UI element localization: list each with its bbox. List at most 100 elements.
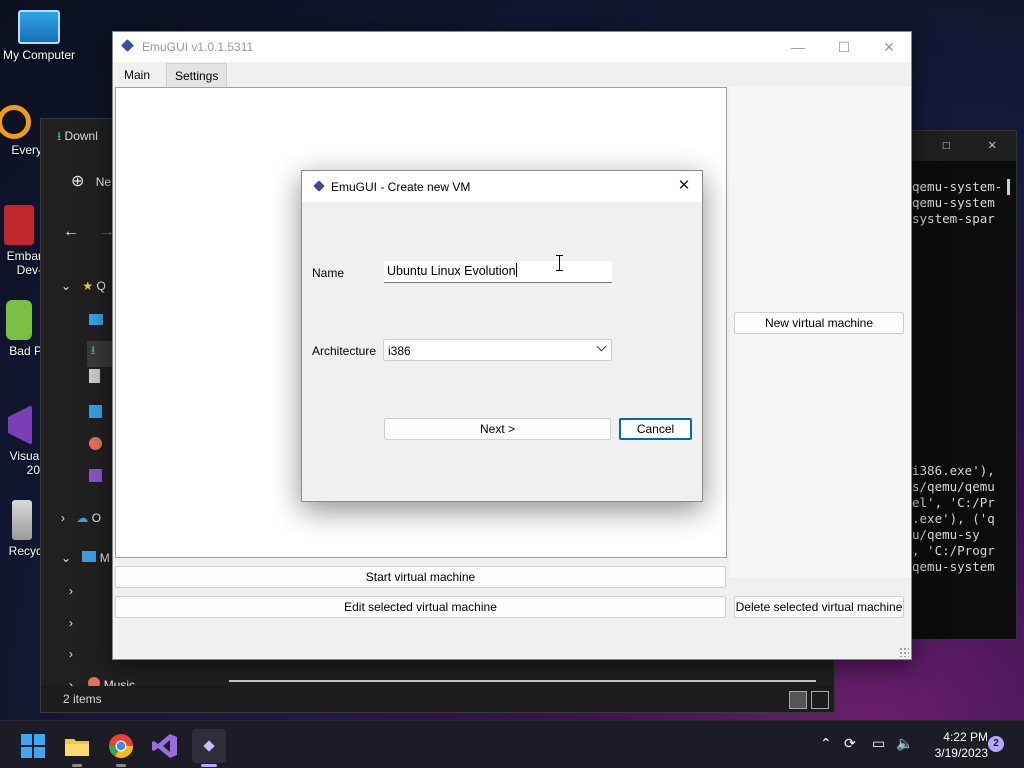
edit-vm-button[interactable]: Edit selected virtual machine: [115, 596, 726, 618]
explorer-statusbar: 2 items: [41, 686, 834, 712]
maximize-icon[interactable]: ☐: [942, 137, 950, 153]
running-indicator: [116, 764, 126, 767]
desktop-icon-my-computer[interactable]: My Computer: [1, 10, 77, 62]
explorer-tab[interactable]: ⭳ Downl: [57, 127, 98, 148]
chevron-right-icon: ›: [69, 647, 73, 661]
nav-quick-access[interactable]: ⌄ ★ Q: [61, 279, 106, 305]
download-icon: ⭳: [91, 343, 96, 357]
running-indicator: [72, 764, 82, 767]
nav-item[interactable]: [89, 314, 103, 340]
nav-item[interactable]: [89, 369, 100, 395]
game-icon: [6, 300, 32, 340]
delete-vm-button[interactable]: Delete selected virtual machine: [734, 596, 904, 618]
taskbar: ⌃ ⟳ ▭ 🔈 4:22 PM 3/19/2023: [0, 720, 1024, 768]
music-icon: [89, 437, 102, 450]
emugui-taskbar-icon[interactable]: [192, 729, 226, 767]
minimize-button[interactable]: —: [775, 34, 821, 60]
nav-item[interactable]: ›: [69, 616, 73, 642]
back-icon[interactable]: ←: [63, 223, 79, 249]
tiles-view-icon[interactable]: [811, 691, 829, 709]
dialog-close-button[interactable]: ✕: [670, 173, 698, 199]
star-icon: ★: [82, 279, 94, 293]
volume-icon[interactable]: 🔈: [896, 735, 913, 752]
nav-item[interactable]: [89, 437, 102, 463]
cancel-button[interactable]: Cancel: [619, 418, 692, 440]
terminal-output-top: qemu-system- qemu-system system-spar: [912, 179, 1003, 226]
item-count: 2 items: [63, 692, 102, 706]
text-caret: [515, 263, 517, 277]
horizontal-scrollbar[interactable]: [229, 680, 816, 682]
nav-label: M: [99, 551, 110, 565]
network-icon[interactable]: ▭: [872, 735, 885, 752]
nav-label: Q: [96, 279, 106, 293]
recycle-bin-icon: [12, 500, 32, 540]
close-button[interactable]: ✕: [866, 34, 912, 60]
button-label: Delete selected virtual machine: [735, 600, 903, 614]
download-icon: ⭳: [57, 129, 62, 143]
architecture-value: i386: [388, 344, 411, 358]
dialog-titlebar: EmuGUI - Create new VM ✕: [302, 171, 702, 202]
start-vm-button[interactable]: Start virtual machine: [115, 566, 726, 588]
nav-item[interactable]: [89, 469, 102, 495]
visual-studio-icon[interactable]: [148, 729, 182, 763]
terminal-scrollbar[interactable]: [1007, 179, 1010, 195]
name-value: Ubuntu Linux Evolution: [387, 264, 516, 278]
terminal-window[interactable]: ☐ ✕ qemu-system- qemu-system system-spar…: [905, 130, 1017, 640]
desktop-icon-label: My Computer: [2, 48, 76, 62]
chevron-down-icon: ⌄: [61, 551, 72, 565]
maximize-button[interactable]: ☐: [821, 34, 867, 60]
nav-item[interactable]: ›: [69, 584, 73, 610]
tab-settings[interactable]: Settings: [166, 63, 228, 87]
architecture-select[interactable]: i386: [383, 339, 612, 361]
new-vm-button[interactable]: New virtual machine: [734, 312, 904, 334]
desktop-folder-icon: [89, 314, 103, 325]
main-titlebar: EmuGUI v1.0.1.5311 — ☐ ✕: [113, 32, 911, 62]
videos-icon: [89, 469, 102, 482]
computer-icon: [82, 551, 97, 562]
plus-icon: ⊕: [71, 173, 85, 190]
name-field[interactable]: Ubuntu Linux Evolution: [384, 261, 612, 283]
monitor-icon: [18, 10, 60, 44]
nav-item[interactable]: ›: [69, 647, 73, 673]
cloud-icon: ☁: [76, 511, 89, 525]
window-title: EmuGUI v1.0.1.5311: [142, 40, 254, 54]
tab-main[interactable]: Main: [116, 63, 159, 87]
clock[interactable]: 4:22 PM 3/19/2023: [918, 729, 988, 761]
create-vm-dialog[interactable]: EmuGUI - Create new VM ✕ Name Ubuntu Lin…: [301, 170, 703, 502]
time: 4:22 PM: [943, 730, 988, 744]
active-indicator: [201, 764, 217, 767]
chevron-down-icon: [596, 341, 607, 352]
terminal-output-bottom: i386.exe'), s/qemu/qemu el', 'C:/Pr .exe…: [912, 463, 995, 574]
new-button[interactable]: ⊕ Ne: [71, 171, 111, 197]
embarcadero-icon: [4, 205, 34, 245]
ibeam-cursor-icon: [556, 255, 563, 271]
dialog-title: EmuGUI - Create new VM: [331, 180, 471, 194]
chevron-right-icon: ›: [61, 511, 65, 525]
sync-icon[interactable]: ⟳: [844, 735, 856, 752]
chrome-icon[interactable]: [104, 729, 138, 767]
visual-studio-icon: [8, 405, 32, 445]
document-icon: [89, 369, 100, 383]
nav-this-pc[interactable]: ⌄ M: [61, 551, 110, 577]
next-button[interactable]: Next >: [384, 418, 611, 440]
button-label: Cancel: [636, 422, 675, 436]
emugui-icon: [121, 39, 134, 52]
nav-onedrive[interactable]: › ☁ O: [61, 511, 101, 537]
explorer-tab-title: Downl: [64, 129, 98, 143]
close-icon[interactable]: ✕: [988, 137, 996, 153]
chevron-right-icon: ›: [69, 584, 73, 598]
search-app-icon: [0, 105, 31, 139]
file-explorer-icon[interactable]: [60, 729, 94, 767]
notification-badge[interactable]: 2: [988, 736, 1004, 752]
chevron-up-icon[interactable]: ⌃: [820, 735, 832, 752]
date: 3/19/2023: [934, 746, 988, 760]
button-label: Next >: [479, 422, 515, 436]
emugui-icon: [313, 180, 325, 192]
resize-grip[interactable]: [899, 647, 909, 657]
start-icon[interactable]: [16, 729, 50, 763]
architecture-label: Architecture: [312, 344, 377, 358]
chevron-right-icon: ›: [69, 616, 73, 630]
terminal-titlebar: ☐ ✕: [906, 131, 1016, 161]
details-view-icon[interactable]: [789, 691, 807, 709]
nav-item[interactable]: [89, 405, 102, 431]
